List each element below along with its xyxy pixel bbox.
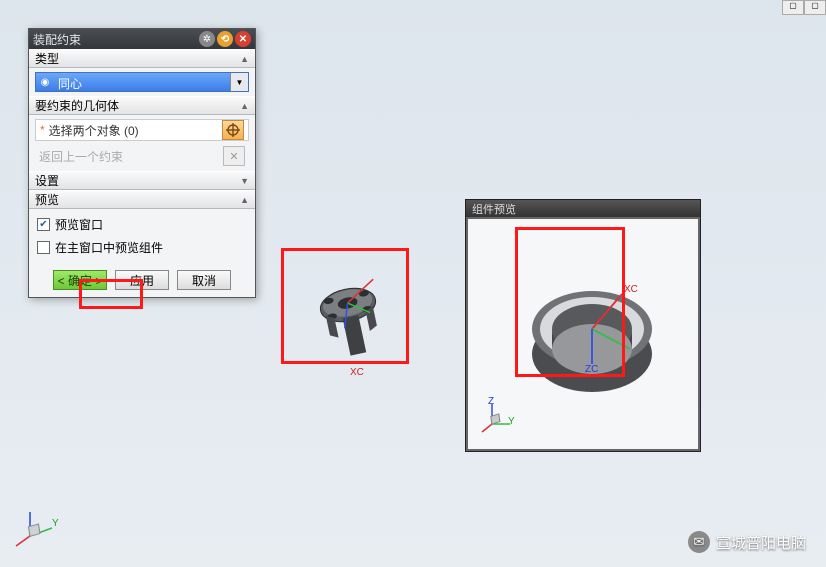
section-preview-header[interactable]: 预览 ▲ [29,190,255,209]
section-type-header[interactable]: 类型 ▲ [29,49,255,68]
preview-main-checkbox-row[interactable]: 在主窗口中预览组件 [35,236,249,259]
constraint-type-value: 同心 [54,73,230,91]
chevron-up-icon: ▲ [240,101,249,111]
axis-preview-x-label: XC [624,284,638,295]
preview-main-label: 在主窗口中预览组件 [55,239,163,256]
dialog-title: 装配约束 [33,31,199,48]
dropdown-chevron-icon[interactable]: ▼ [230,73,248,91]
preview-window-title: 组件预览 [466,200,700,217]
section-type-label: 类型 [35,50,240,67]
preview-main-checkbox[interactable] [37,241,50,254]
settings-icon[interactable]: ✲ [199,31,215,47]
chevron-up-icon: ▲ [240,195,249,205]
apply-button[interactable]: 应用 [115,270,169,290]
coupler-3d-shape [300,265,400,375]
constraint-type-dropdown[interactable]: ◉ 同心 ▼ [35,72,249,92]
section-type-body: ◉ 同心 ▼ [29,68,255,96]
back-constraint-text: 返回上一个约束 [39,148,223,165]
assembly-constraints-dialog: 装配约束 ✲ ⟲ ✕ 类型 ▲ ◉ 同心 ▼ 要约束的几何体 ▲ * 选择两个对… [28,28,256,298]
viewport-part-coupler[interactable]: XC [300,265,400,380]
tb-icon-2[interactable]: ▢ [804,0,826,15]
ok-button[interactable]: < 确定 > [53,270,107,290]
back-constraint-row: 返回上一个约束 ✕ [35,145,249,167]
dialog-button-bar: < 确定 > 应用 取消 [29,263,255,297]
preview-window-label: 预览窗口 [55,216,103,233]
ring-3d-shape [530,259,680,419]
app-toolbar-fragment: ▢ ▢ [782,0,826,15]
preview-triad: Z Y [480,400,516,441]
select-target-button[interactable] [222,120,244,140]
crosshair-icon [226,123,240,137]
section-settings-header[interactable]: 设置 ▼ [29,171,255,190]
section-geometry-body: * 选择两个对象 (0) 返回上一个约束 ✕ [29,115,255,171]
wechat-icon: ✉ [688,531,710,553]
concentric-icon: ◉ [36,73,54,91]
chevron-down-icon: ▼ [240,176,249,186]
chevron-up-icon: ▲ [240,54,249,64]
preview-part-ring[interactable]: XC ZC [530,259,680,424]
back-button[interactable]: ✕ [223,146,245,166]
section-geometry-header[interactable]: 要约束的几何体 ▲ [29,96,255,115]
section-settings-label: 设置 [35,172,240,189]
cancel-button[interactable]: 取消 [177,270,231,290]
preview-window-checkbox[interactable]: ✔ [37,218,50,231]
section-geometry-label: 要约束的几何体 [35,97,240,114]
axis-x-label: XC [350,367,364,378]
reset-icon[interactable]: ⟲ [217,31,233,47]
triad-z: Z [488,396,494,407]
preview-window-checkbox-row[interactable]: ✔ 预览窗口 [35,213,249,236]
close-icon[interactable]: ✕ [235,31,251,47]
select-objects-text: 选择两个对象 (0) [49,122,222,139]
viewport-triad: Y [14,506,58,555]
preview-window-body[interactable]: XC ZC Z Y [466,217,700,451]
required-star: * [40,123,45,137]
axis-preview-z-label: ZC [585,364,598,375]
section-preview-body: ✔ 预览窗口 在主窗口中预览组件 [29,209,255,263]
select-objects-row[interactable]: * 选择两个对象 (0) [35,119,249,141]
dialog-titlebar[interactable]: 装配约束 ✲ ⟲ ✕ [29,29,255,49]
vp-triad-y: Y [52,518,59,529]
section-preview-label: 预览 [35,191,240,208]
component-preview-window[interactable]: 组件预览 XC ZC Z [465,199,701,452]
watermark: ✉ 宣城普阳电脑 [688,531,806,553]
tb-icon-1[interactable]: ▢ [782,0,804,15]
triad-y: Y [508,416,515,427]
watermark-text: 宣城普阳电脑 [716,532,806,553]
